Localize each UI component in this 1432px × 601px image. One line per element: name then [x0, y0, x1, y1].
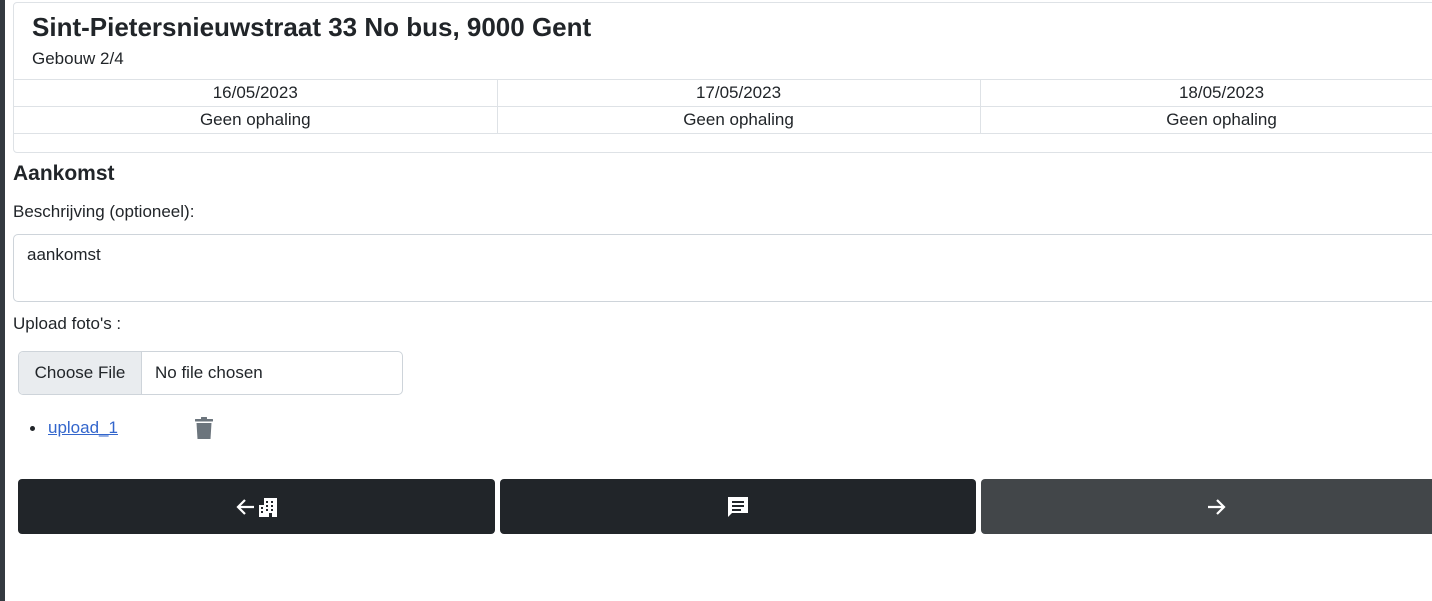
uploaded-files-list: upload_1 [30, 416, 215, 440]
comment-icon [728, 496, 748, 517]
schedule-dates-row: 16/05/2023 17/05/2023 18/05/2023 [14, 79, 1432, 107]
schedule-status: Geen ophaling [979, 106, 1432, 134]
schedule-date: 16/05/2023 [14, 79, 498, 107]
left-edge-bar [0, 0, 5, 601]
bullet [30, 425, 35, 431]
schedule-status: Geen ophaling [14, 106, 498, 134]
schedule-date: 17/05/2023 [496, 79, 981, 107]
upload-label: Upload foto's : [13, 314, 122, 333]
schedule-status-row: Geen ophaling Geen ophaling Geen ophalin… [14, 106, 1432, 134]
upload-link[interactable]: upload_1 [48, 418, 193, 438]
next-button[interactable] [981, 479, 1432, 534]
schedule-status: Geen ophaling [496, 106, 981, 134]
collection-schedule: 16/05/2023 17/05/2023 18/05/2023 Geen op… [14, 79, 1432, 134]
description-field[interactable]: aankomst [13, 234, 1432, 302]
file-upload-input[interactable]: Choose File No file chosen [18, 351, 403, 395]
arrow-left-icon [235, 498, 254, 515]
schedule-date: 18/05/2023 [979, 79, 1432, 107]
arrow-right-icon [1208, 498, 1226, 515]
building-icon [258, 497, 277, 517]
comment-button[interactable] [500, 479, 976, 534]
building-address: Sint-Pietersnieuwstraat 33 No bus, 9000 … [32, 12, 592, 42]
choose-file-button[interactable]: Choose File [19, 352, 142, 394]
list-item: upload_1 [30, 416, 215, 440]
section-title: Aankomst [13, 162, 115, 185]
building-position: Gebouw 2/4 [32, 49, 124, 68]
building-card: Sint-Pietersnieuwstraat 33 No bus, 9000 … [13, 2, 1432, 153]
description-label: Beschrijving (optioneel): [13, 202, 195, 221]
file-status: No file chosen [155, 363, 263, 382]
trash-icon[interactable] [193, 416, 215, 440]
back-to-buildings-button[interactable] [18, 479, 495, 534]
